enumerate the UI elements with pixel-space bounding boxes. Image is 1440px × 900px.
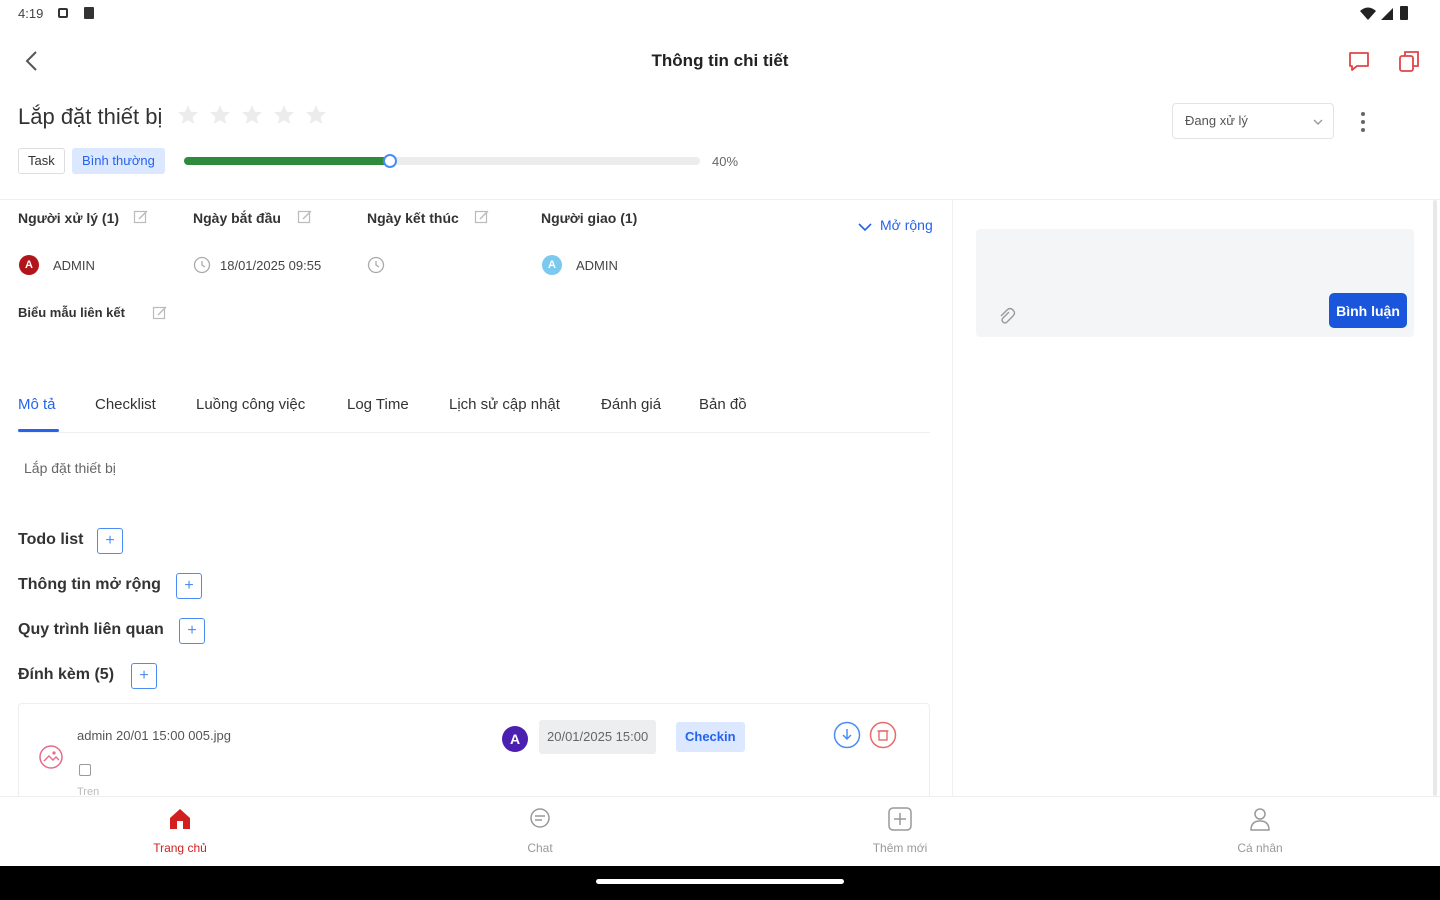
attach-icon[interactable] [996,306,1016,326]
description-text: Lắp đặt thiết bị [24,460,116,476]
star-icon[interactable] [304,103,328,127]
checkin-tag: Checkin [676,722,745,752]
nav-add-label: Thêm mới [872,841,928,855]
signal-icon [1381,8,1393,20]
tab-rating[interactable]: Đánh giá [601,396,661,413]
tab-history[interactable]: Lịch sử cập nhật [449,396,560,413]
status-bar: 4:19 [0,0,1440,28]
delete-icon[interactable] [869,721,897,749]
bottom-navigation: Trang chủ Chat Thêm mới Cá nhân [0,796,1440,866]
chat-icon [530,808,550,828]
attachment-date: 20/01/2025 15:00 [539,720,657,754]
start-date-label: Ngày bắt đầu [193,210,281,226]
wifi-icon [1360,7,1376,20]
panel-divider [952,200,953,796]
chevron-down-icon [858,223,872,232]
scrollbar[interactable] [1433,200,1437,796]
priority-badge: Bình thường [72,148,165,174]
tabs-divider [18,432,930,433]
nav-chat[interactable]: Chat [360,797,720,867]
tab-description[interactable]: Mô tả [18,396,56,413]
nav-profile-label: Cá nhân [1237,841,1283,855]
chevron-down-icon [1313,119,1323,125]
home-icon [170,809,190,829]
todo-section-title: Todo list [18,531,84,548]
tab-checklist[interactable]: Checklist [95,396,156,413]
clock-icon[interactable] [367,256,385,274]
edit-icon[interactable] [297,209,313,225]
avatar: A [542,255,562,275]
header-divider [0,199,1440,200]
progress-bar[interactable] [184,154,700,168]
assigner-label: Người giao (1) [541,210,638,226]
status-value: Đang xử lý [1185,113,1248,128]
progress-handle[interactable] [383,154,398,168]
tab-log-time[interactable]: Log Time [347,396,409,413]
type-badge: Task [18,148,65,174]
download-icon[interactable] [833,721,861,749]
copy-icon[interactable] [1397,48,1421,74]
comment-icon[interactable] [1347,49,1371,73]
clock-icon [193,256,211,274]
add-todo-button[interactable]: + [97,528,123,554]
start-date-value[interactable]: 18/01/2025 09:55 [220,258,321,273]
status-time: 4:19 [18,6,44,21]
avatar: A [19,255,39,275]
edit-icon[interactable] [474,209,490,225]
nav-add[interactable]: Thêm mới [720,797,1080,867]
add-icon [888,807,912,831]
task-title: Lắp đặt thiết bị [18,104,163,129]
active-tab-indicator [18,429,59,432]
battery-icon [1400,6,1408,20]
file-icon [79,764,91,776]
status-dropdown[interactable]: Đang xử lý [1172,103,1334,139]
add-process-button[interactable]: + [179,618,205,644]
linked-form-label: Biểu mẫu liên kết [18,305,125,320]
nav-profile[interactable]: Cá nhân [1080,797,1440,867]
attachments-title: Đính kèm (5) [18,666,115,683]
related-process-title: Quy trình liên quan [18,621,164,638]
image-icon [39,745,63,769]
sd-card-icon [84,7,94,19]
attachment-filename[interactable]: admin 20/01 15:00 005.jpg [77,728,231,743]
home-gesture-bar[interactable] [596,879,844,884]
star-icon[interactable] [176,103,200,127]
assigner-name: ADMIN [576,258,618,273]
rating-stars[interactable] [176,103,328,129]
star-icon[interactable] [240,103,264,127]
expand-toggle[interactable]: Mở rộng [858,217,933,233]
page-title: Thông tin chi tiết [651,51,789,70]
assignee-label: Người xử lý (1) [18,210,120,226]
edit-icon[interactable] [133,209,149,225]
star-icon[interactable] [272,103,296,127]
attachment-item[interactable]: admin 20/01 15:00 005.jpg Tren A 20/01/2… [18,703,930,803]
end-date-label: Ngày kết thúc [367,210,459,226]
tab-map[interactable]: Bản đồ [699,396,747,413]
nav-home-label: Trang chủ [153,841,207,855]
progress-percent: 40% [712,154,739,169]
tab-workflow[interactable]: Luồng công việc [196,396,305,413]
comment-button[interactable]: Bình luận [1329,293,1407,328]
add-extended-info-button[interactable]: + [176,573,202,599]
add-attachment-button[interactable]: + [131,663,157,689]
avatar: A [502,726,528,752]
extended-info-title: Thông tin mở rộng [18,576,161,593]
expand-label: Mở rộng [880,217,933,233]
notification-icon [58,8,68,18]
person-icon [1250,808,1270,831]
more-vertical-icon[interactable] [1359,111,1367,133]
assignee-name: ADMIN [53,258,95,273]
nav-chat-label: Chat [527,841,553,855]
edit-icon[interactable] [152,305,168,321]
nav-home[interactable]: Trang chủ [0,797,360,867]
progress-fill [184,157,391,165]
star-icon[interactable] [208,103,232,127]
